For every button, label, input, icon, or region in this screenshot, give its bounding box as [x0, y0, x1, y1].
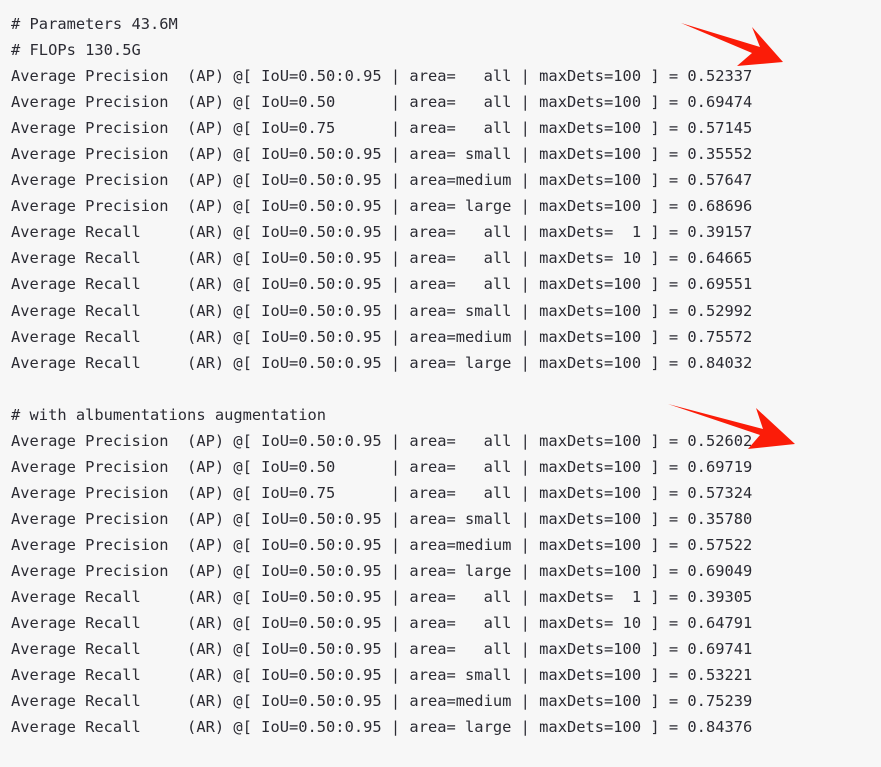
terminal-line-list: # Parameters 43.6M # FLOPs 130.5G Average …: [11, 11, 881, 740]
terminal-line: Average Precision (AP) @[ IoU=0.50:0.95 …: [11, 535, 753, 554]
terminal-line: Average Recall (AR) @[ IoU=0.50:0.95 | a…: [11, 327, 753, 346]
terminal-line: Average Precision (AP) @[ IoU=0.75 | are…: [11, 483, 753, 502]
terminal-line: # Parameters 43.6M: [11, 15, 178, 33]
terminal-line: Average Recall (AR) @[ IoU=0.50:0.95 | a…: [11, 614, 753, 633]
terminal-line: Average Recall (AR) @[ IoU=0.50:0.95 | a…: [11, 223, 753, 242]
terminal-line: Average Recall (AR) @[ IoU=0.50:0.95 | a…: [11, 666, 753, 685]
terminal-line: Average Recall (AR) @[ IoU=0.50:0.95 | a…: [11, 640, 753, 659]
terminal-line: Average Recall (AR) @[ IoU=0.50:0.95 | a…: [11, 692, 753, 711]
terminal-line: Average Precision (AP) @[ IoU=0.50:0.95 …: [11, 197, 753, 216]
terminal-line: Average Recall (AR) @[ IoU=0.50:0.95 | a…: [11, 588, 753, 607]
terminal-line: # FLOPs 130.5G: [11, 41, 141, 60]
terminal-line: Average Precision (AP) @[ IoU=0.50:0.95 …: [11, 561, 753, 580]
terminal-line: Average Precision (AP) @[ IoU=0.50:0.95 …: [11, 145, 753, 164]
terminal-line: Average Recall (AR) @[ IoU=0.50:0.95 | a…: [11, 301, 753, 320]
terminal-line: # with albumentations augmentation: [11, 405, 327, 424]
terminal-line: Average Recall (AR) @[ IoU=0.50:0.95 | a…: [11, 353, 753, 372]
terminal-line: Average Precision (AP) @[ IoU=0.50:0.95 …: [11, 509, 753, 528]
terminal-line: Average Precision (AP) @[ IoU=0.50:0.95 …: [11, 67, 753, 86]
terminal-line: Average Recall (AR) @[ IoU=0.50:0.95 | a…: [11, 249, 753, 268]
terminal-line: Average Precision (AP) @[ IoU=0.50:0.95 …: [11, 171, 753, 190]
terminal-output: # Parameters 43.6M # FLOPs 130.5G Average …: [0, 0, 881, 767]
terminal-line: Average Precision (AP) @[ IoU=0.50:0.95 …: [11, 431, 753, 450]
terminal-line: Average Precision (AP) @[ IoU=0.50 | are…: [11, 457, 753, 476]
terminal-line: Average Precision (AP) @[ IoU=0.75 | are…: [11, 119, 753, 138]
terminal-line: Average Recall (AR) @[ IoU=0.50:0.95 | a…: [11, 718, 753, 737]
terminal-line: Average Recall (AR) @[ IoU=0.50:0.95 | a…: [11, 275, 753, 294]
terminal-line: Average Precision (AP) @[ IoU=0.50 | are…: [11, 93, 753, 112]
